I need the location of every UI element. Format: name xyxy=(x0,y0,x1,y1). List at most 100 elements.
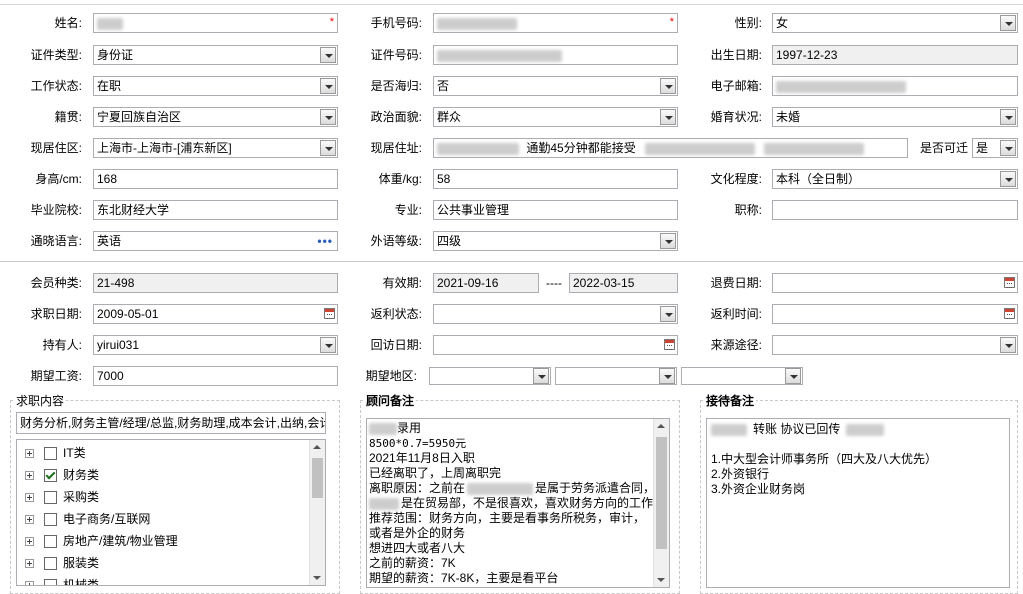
checkbox[interactable] xyxy=(44,447,57,461)
chevron-down-icon[interactable] xyxy=(785,368,801,384)
tree-node[interactable]: 房地产/建筑/物业管理 xyxy=(25,530,178,552)
native-value: 宁夏回族自治区 xyxy=(97,110,182,124)
scroll-up-icon[interactable] xyxy=(313,445,321,449)
expand-icon[interactable] xyxy=(25,537,34,547)
checkbox[interactable] xyxy=(44,491,57,505)
tree-node[interactable]: 电子商务/互联网 xyxy=(25,508,150,530)
address-field[interactable]: 通勤45分钟都能接受 xyxy=(433,138,908,158)
title-field[interactable] xyxy=(772,200,1018,220)
id-type-select[interactable]: 身份证 xyxy=(93,45,338,65)
scroll-thumb[interactable] xyxy=(312,458,323,498)
calendar-icon[interactable] xyxy=(664,339,675,350)
tree-node[interactable]: 采购类 xyxy=(25,486,99,508)
scroll-down-icon[interactable] xyxy=(313,576,321,580)
chevron-down-icon[interactable] xyxy=(533,368,549,384)
chevron-down-icon[interactable] xyxy=(660,78,676,94)
marital-select[interactable]: 未婚 xyxy=(772,107,1018,127)
note-line: 是在贸易部，不是很喜欢，喜欢财务方向的工作 xyxy=(369,496,653,511)
tree-node[interactable]: 机械类 xyxy=(25,574,99,585)
expand-icon[interactable] xyxy=(25,471,34,481)
checkbox[interactable] xyxy=(44,513,57,527)
tree-node[interactable]: 服装类 xyxy=(25,552,99,574)
chevron-down-icon[interactable] xyxy=(320,78,336,94)
expand-icon[interactable] xyxy=(25,493,34,503)
name-field[interactable]: * xyxy=(93,13,338,33)
salary-field[interactable]: 7000 xyxy=(93,366,338,386)
political-select[interactable]: 群众 xyxy=(433,107,678,127)
chevron-down-icon[interactable] xyxy=(1000,15,1016,31)
rebate-time-label: 返利时间: xyxy=(710,307,762,321)
area-city-select[interactable] xyxy=(555,367,677,385)
consultant-notes-textarea[interactable]: 录用 8500*0.7=5950元 2021年11月8日入职 已经离职了，上周离… xyxy=(366,418,670,588)
rebate-time-field[interactable] xyxy=(772,304,1018,324)
checkbox-checked[interactable] xyxy=(44,469,57,483)
consultant-notes-legend: 顾问备注 xyxy=(364,392,417,409)
area-province-select[interactable] xyxy=(429,367,551,385)
calendar-icon[interactable] xyxy=(1004,308,1015,319)
gender-select[interactable]: 女 xyxy=(772,13,1018,33)
chevron-down-icon[interactable] xyxy=(320,140,336,156)
scroll-down-icon[interactable] xyxy=(657,578,665,582)
chevron-down-icon[interactable] xyxy=(1000,140,1016,156)
note-line: 已经离职了，上周离职完 xyxy=(369,466,502,480)
education-select[interactable]: 本科（全日制） xyxy=(772,169,1018,189)
height-label: 身高/cm: xyxy=(35,172,82,186)
height-field[interactable]: 168 xyxy=(93,169,338,189)
chevron-down-icon[interactable] xyxy=(320,109,336,125)
reception-notes-legend: 接待备注 xyxy=(704,392,757,409)
region-select[interactable]: 上海市-上海市-[浦东新区] xyxy=(93,138,338,158)
phone-field[interactable]: * xyxy=(433,13,678,33)
language-field[interactable]: 英语 ••• xyxy=(93,231,338,251)
apply-date-field[interactable]: 2009-05-01 xyxy=(93,304,338,324)
checkbox[interactable] xyxy=(44,579,57,585)
more-icon[interactable]: ••• xyxy=(317,232,333,250)
expand-icon[interactable] xyxy=(25,581,34,585)
school-field[interactable]: 东北财经大学 xyxy=(93,200,338,220)
scroll-up-icon[interactable] xyxy=(657,424,665,428)
weight-field[interactable]: 58 xyxy=(433,169,678,189)
source-select[interactable] xyxy=(772,335,1018,355)
email-field[interactable] xyxy=(772,76,1018,96)
note-line xyxy=(711,437,1005,452)
visit-date-field[interactable] xyxy=(433,335,678,355)
notes-scrollbar[interactable] xyxy=(653,419,669,587)
tree-node[interactable]: IT类 xyxy=(25,442,86,464)
tree-scrollbar[interactable] xyxy=(309,440,325,585)
checkbox[interactable] xyxy=(44,535,57,549)
calendar-icon[interactable] xyxy=(1004,277,1015,288)
major-field[interactable]: 公共事业管理 xyxy=(433,200,678,220)
chevron-down-icon[interactable] xyxy=(320,337,336,353)
chevron-down-icon[interactable] xyxy=(659,368,675,384)
chevron-down-icon[interactable] xyxy=(660,233,676,249)
chevron-down-icon[interactable] xyxy=(1000,337,1016,353)
reception-notes-textarea[interactable]: 转账 协议已回传 1.中大型会计师事务所（四大及八大优先） 2.外资银行 3.外… xyxy=(706,418,1010,588)
scroll-thumb[interactable] xyxy=(656,437,667,549)
expand-icon[interactable] xyxy=(25,559,34,569)
tree-node[interactable]: 财务类 xyxy=(25,464,99,486)
overseas-select[interactable]: 否 xyxy=(433,76,678,96)
chevron-down-icon[interactable] xyxy=(320,47,336,63)
holder-select[interactable]: yirui031 xyxy=(93,335,338,355)
job-category-tree[interactable]: IT类 财务类 采购类 电子商务/互联网 房地产/建筑/物业管理 服装类 机械类 xyxy=(16,439,326,586)
native-select[interactable]: 宁夏回族自治区 xyxy=(93,107,338,127)
chevron-down-icon[interactable] xyxy=(1000,109,1016,125)
checkbox[interactable] xyxy=(44,557,57,571)
weight-label: 体重/kg: xyxy=(378,172,422,186)
expand-icon[interactable] xyxy=(25,515,34,525)
refund-date-field[interactable] xyxy=(772,273,1018,293)
language-level-select[interactable]: 四级 xyxy=(433,231,678,251)
relocate-select[interactable]: 是 xyxy=(972,138,1018,158)
height-value: 168 xyxy=(97,172,118,186)
rebate-status-select[interactable] xyxy=(433,304,678,324)
marital-value: 未婚 xyxy=(776,110,801,124)
chevron-down-icon[interactable] xyxy=(660,109,676,125)
id-no-field[interactable] xyxy=(433,45,678,65)
expand-icon[interactable] xyxy=(25,449,34,459)
job-content-summary[interactable]: 财务分析,财务主管/经理/总监,财务助理,成本会计,出纳,会计 xyxy=(16,412,326,434)
chevron-down-icon[interactable] xyxy=(660,306,676,322)
work-status-select[interactable]: 在职 xyxy=(93,76,338,96)
area-district-select[interactable] xyxy=(681,367,803,385)
chevron-down-icon[interactable] xyxy=(1000,171,1016,187)
section-divider xyxy=(0,261,1023,262)
calendar-icon[interactable] xyxy=(324,308,335,319)
